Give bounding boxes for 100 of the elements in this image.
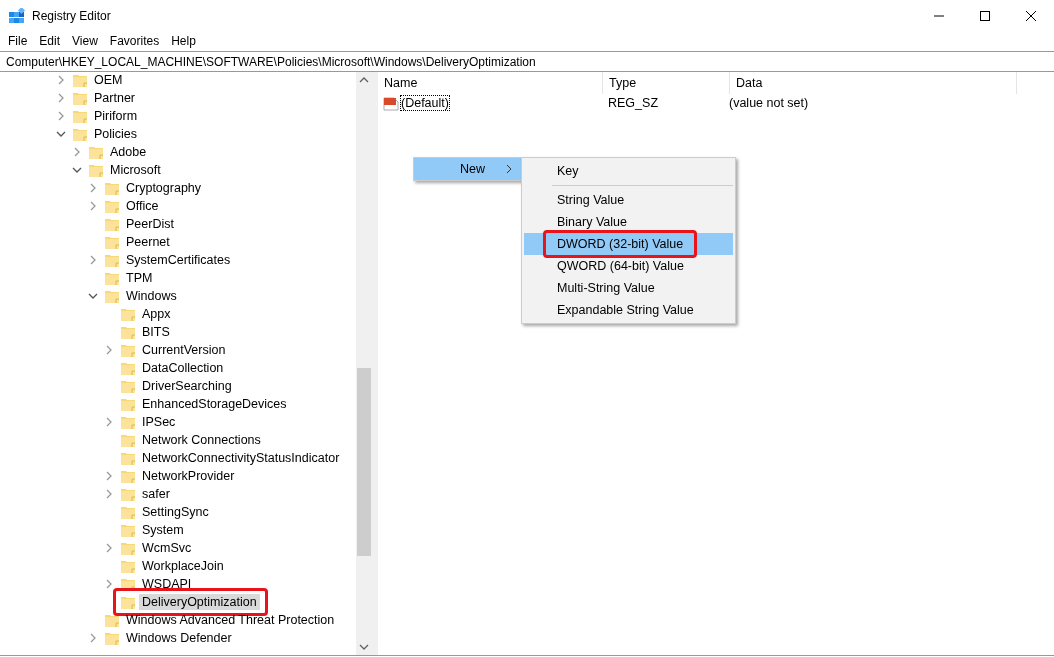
tree-item[interactable]: Peernet	[123, 234, 173, 250]
menu-item[interactable]: Binary Value	[524, 211, 733, 233]
menu-item[interactable]: Edit	[33, 32, 67, 50]
folder-icon	[104, 198, 120, 214]
folder-icon	[120, 594, 136, 610]
menu-item[interactable]: Expandable String Value	[524, 299, 733, 321]
chevron-right-icon[interactable]	[104, 417, 114, 427]
folder-icon	[104, 180, 120, 196]
tree-item[interactable]: Adobe	[107, 144, 150, 160]
window-title: Registry Editor	[32, 9, 112, 23]
tree-item[interactable]: TPM	[123, 270, 156, 286]
folder-icon	[104, 288, 120, 304]
tree-item[interactable]: Network Connections	[139, 432, 264, 448]
tree-item[interactable]: Windows Advanced Threat Protection	[123, 612, 338, 628]
menu-item[interactable]: Key	[524, 160, 733, 182]
folder-icon	[120, 342, 136, 358]
folder-icon	[120, 378, 136, 394]
tree-item[interactable]: Microsoft	[107, 162, 164, 178]
tree-item[interactable]: NetworkConnectivityStatusIndicator	[139, 450, 343, 466]
address-bar[interactable]: Computer\HKEY_LOCAL_MACHINE\SOFTWARE\Policies\Microsoft\Windows\DeliveryOptimization	[0, 51, 1054, 72]
menu-item[interactable]: File	[2, 32, 34, 50]
menu-item[interactable]: Multi-String Value	[524, 277, 733, 299]
menu-item[interactable]: View	[66, 32, 104, 50]
chevron-down-icon[interactable]	[72, 165, 82, 175]
registry-cubes-icon	[9, 8, 25, 24]
chevron-right-icon[interactable]	[56, 93, 66, 103]
folder-icon	[120, 450, 136, 466]
folder-icon	[120, 360, 136, 376]
chevron-right-icon[interactable]	[88, 255, 98, 265]
chevron-right-icon[interactable]	[56, 111, 66, 121]
table-cell-text: REG_SZ	[607, 96, 659, 110]
chevron-down-icon[interactable]	[88, 291, 98, 301]
tree-item[interactable]: System	[139, 522, 187, 538]
tree-item[interactable]: OEM	[91, 72, 126, 88]
tree-item[interactable]: WSDAPI	[139, 576, 195, 592]
folder-icon	[104, 216, 120, 232]
chevron-right-icon[interactable]	[104, 543, 114, 553]
menu-item[interactable]: Favorites	[103, 32, 166, 50]
tree-item[interactable]: WorkplaceJoin	[139, 558, 227, 574]
table-cell-text: (value not set)	[728, 96, 809, 110]
chevron-right-icon[interactable]	[88, 633, 98, 643]
folder-icon	[120, 414, 136, 430]
chevron-down-icon[interactable]	[56, 129, 66, 139]
chevron-right-icon[interactable]	[104, 345, 114, 355]
folder-icon	[120, 540, 136, 556]
scrollbar-thumb[interactable]	[357, 368, 371, 556]
folder-icon	[88, 162, 104, 178]
folder-icon	[120, 522, 136, 538]
folder-icon	[120, 306, 136, 322]
folder-icon	[104, 630, 120, 646]
tree-item[interactable]: PeerDist	[123, 216, 177, 232]
tree-item[interactable]: EnhancedStorageDevices	[139, 396, 290, 412]
tree-item[interactable]: BITS	[139, 324, 173, 340]
string-value-icon	[383, 95, 399, 111]
menu-item[interactable]: QWORD (64-bit) Value	[524, 255, 733, 277]
close-icon	[1026, 11, 1036, 21]
folder-icon	[72, 72, 88, 88]
tree-item[interactable]: CurrentVersion	[139, 342, 229, 358]
folder-icon	[104, 270, 120, 286]
tree-item[interactable]: Windows Defender	[123, 630, 235, 646]
tree-item[interactable]: IPSec	[139, 414, 179, 430]
maximize-icon	[980, 11, 990, 21]
chevron-right-icon[interactable]	[56, 75, 66, 85]
tree-item[interactable]: DataCollection	[139, 360, 227, 376]
tree-item[interactable]: Policies	[91, 126, 141, 142]
tree-item[interactable]: DeliveryOptimization	[139, 594, 260, 610]
menu-item[interactable]: String Value	[524, 189, 733, 211]
tree-item[interactable]: Windows	[123, 288, 180, 304]
chevron-right-icon[interactable]	[104, 579, 114, 589]
tree-item[interactable]: Appx	[139, 306, 174, 322]
chevron-right-icon[interactable]	[72, 147, 82, 157]
folder-icon	[120, 468, 136, 484]
folder-icon	[72, 90, 88, 106]
chevron-right-icon[interactable]	[88, 201, 98, 211]
menu-item[interactable]: New	[414, 158, 521, 180]
tree-item[interactable]: safer	[139, 486, 173, 502]
caret-icon	[505, 164, 513, 174]
folder-icon	[120, 486, 136, 502]
chevron-right-icon[interactable]	[88, 183, 98, 193]
tree-item[interactable]: SettingSync	[139, 504, 212, 520]
column-header[interactable]: Name	[378, 72, 603, 94]
menu-item[interactable]: DWORD (32-bit) Value	[524, 233, 733, 255]
tree-item[interactable]: Piriform	[91, 108, 141, 124]
folder-icon	[104, 234, 120, 250]
tree-item[interactable]: Partner	[91, 90, 138, 106]
column-header[interactable]: Data	[730, 72, 1017, 94]
folder-icon	[88, 144, 104, 160]
tree-item[interactable]: DriverSearching	[139, 378, 235, 394]
folder-icon	[120, 432, 136, 448]
menu-item[interactable]: Help	[165, 32, 202, 50]
chevron-right-icon[interactable]	[104, 471, 114, 481]
tree-item[interactable]: SystemCertificates	[123, 252, 234, 268]
tree-item[interactable]: WcmSvc	[139, 540, 195, 556]
tree-item[interactable]: Cryptography	[123, 180, 205, 196]
tree-item[interactable]: NetworkProvider	[139, 468, 238, 484]
folder-icon	[120, 504, 136, 520]
tree-item[interactable]: Office	[123, 198, 162, 214]
column-header[interactable]: Type	[603, 72, 730, 94]
value-name[interactable]: (Default)	[401, 96, 449, 110]
chevron-right-icon[interactable]	[104, 489, 114, 499]
